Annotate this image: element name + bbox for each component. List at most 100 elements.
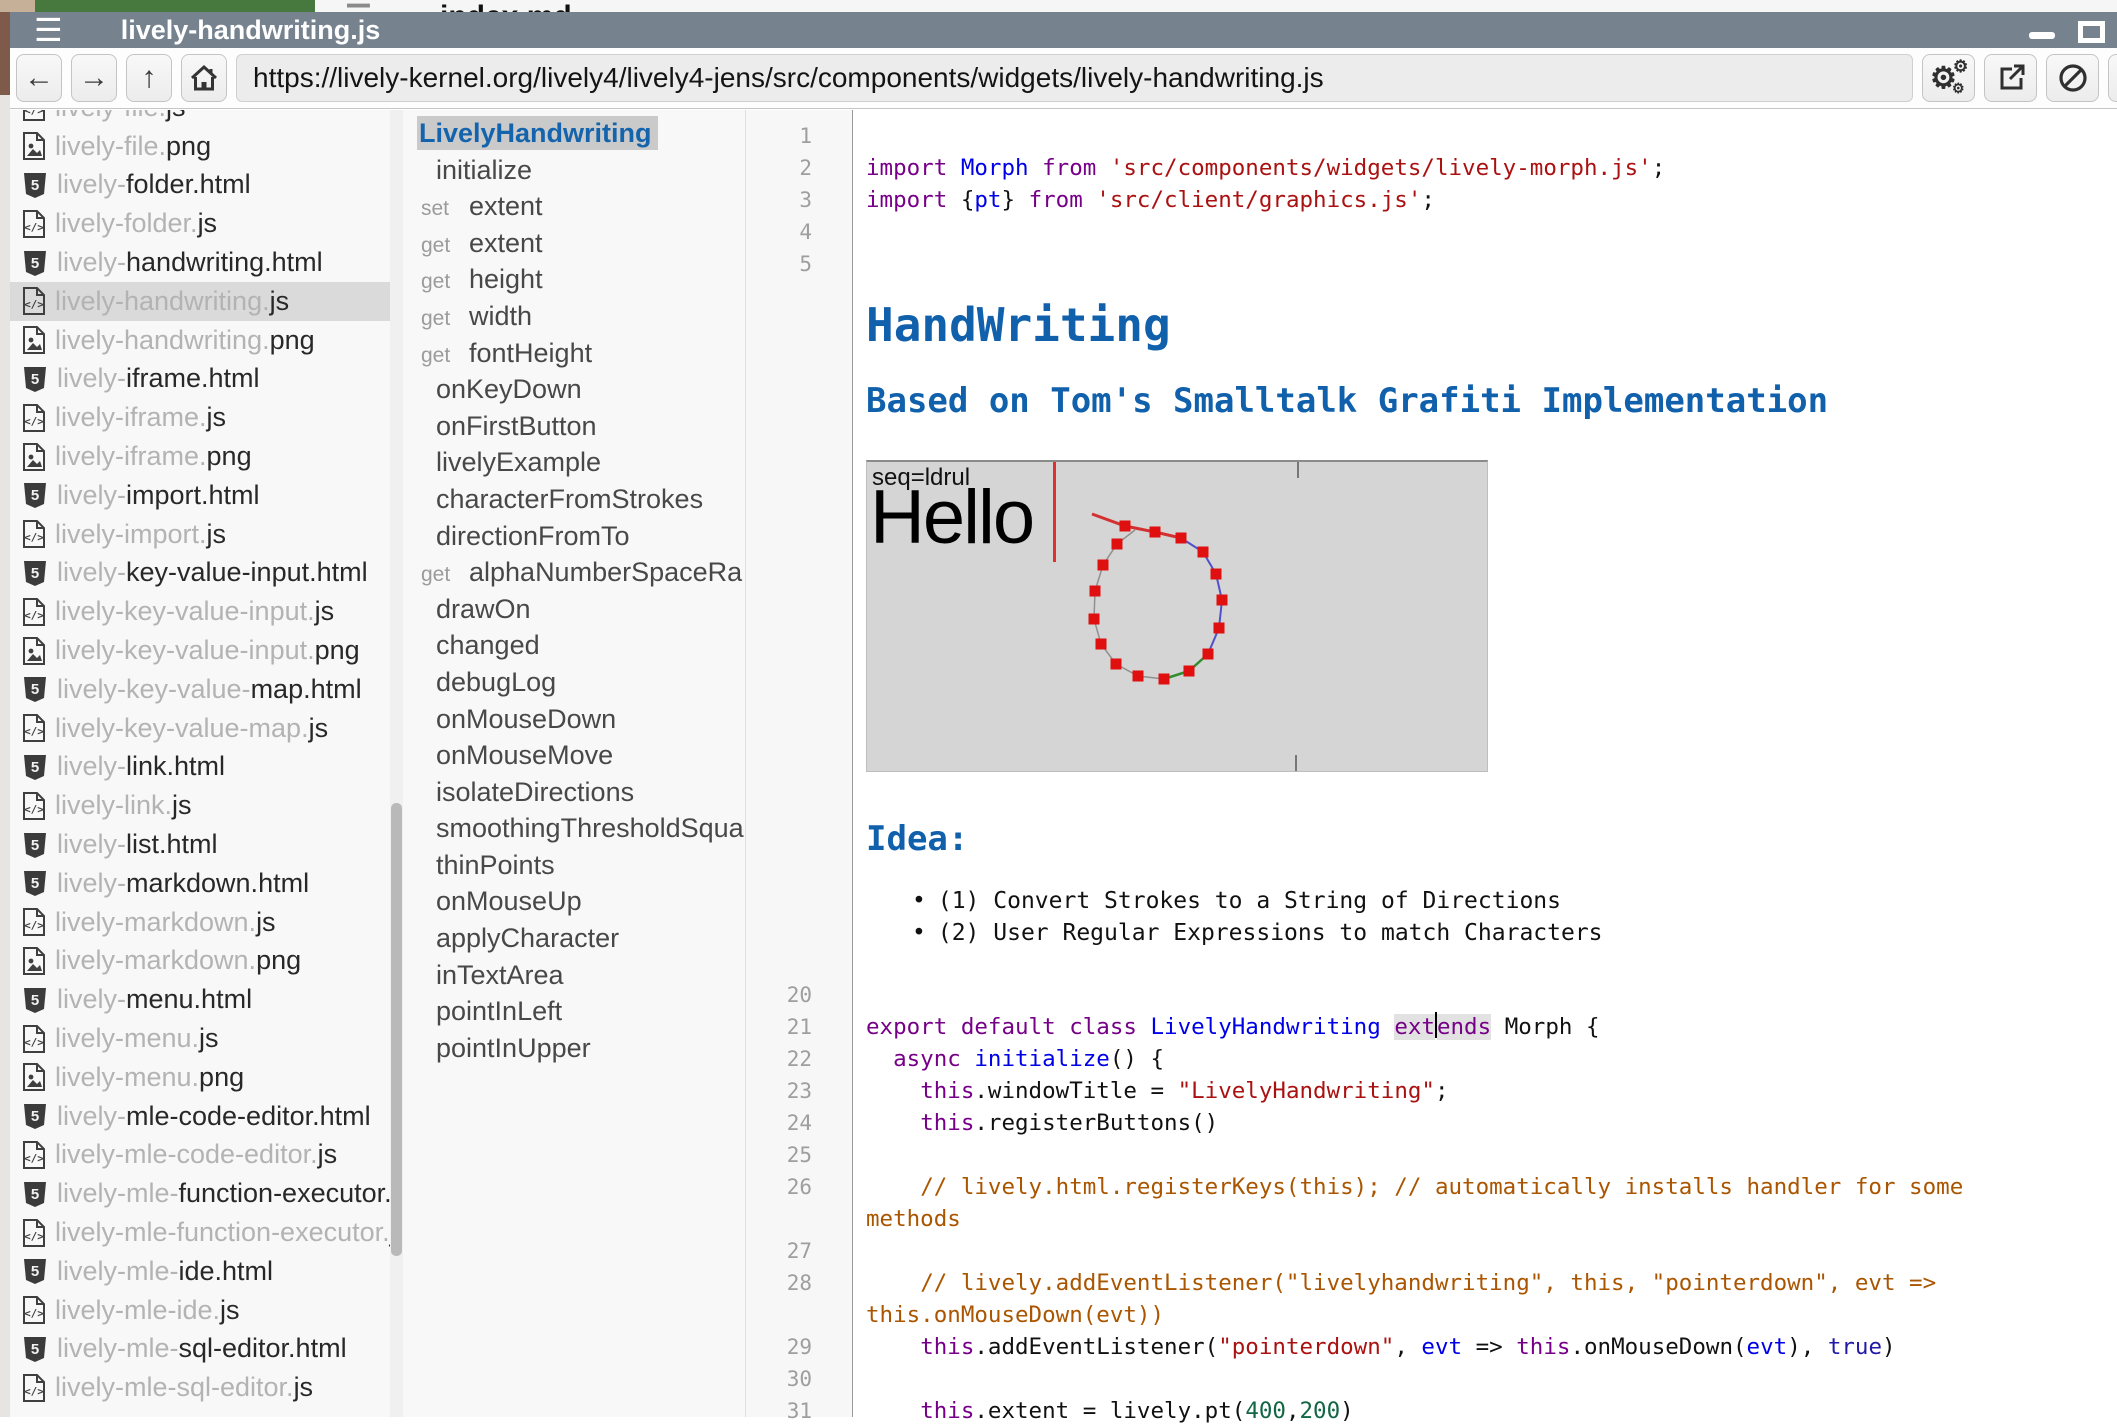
- outline-item[interactable]: onMouseMove: [403, 737, 745, 774]
- file-item[interactable]: lively-key-value-input.png: [10, 631, 390, 670]
- outline-item[interactable]: pointInUpper: [403, 1030, 745, 1067]
- outline-item[interactable]: onFirstButton: [403, 408, 745, 445]
- svg-text:5: 5: [31, 759, 39, 776]
- outline-item[interactable]: getheight: [403, 261, 745, 298]
- rendered-markdown-widget: HandWriting Based on Tom's Smalltalk Gra…: [852, 280, 2117, 979]
- code-line: 22 async initialize() {: [746, 1043, 2117, 1075]
- outline-item[interactable]: getextent: [403, 225, 745, 262]
- desktop-edge: [0, 0, 10, 1417]
- file-item[interactable]: lively-file.png: [10, 127, 390, 166]
- file-item[interactable]: </>lively-key-value-map.js: [10, 709, 390, 748]
- file-item[interactable]: </>lively-key-value-input.js: [10, 592, 390, 631]
- js-file-icon: </>: [22, 1024, 46, 1054]
- file-item[interactable]: </>lively-file.js: [10, 110, 390, 127]
- file-item[interactable]: </>lively-markdown.js: [10, 903, 390, 942]
- file-item[interactable]: </>lively-handwriting.js: [10, 282, 390, 321]
- outline-item[interactable]: onKeyDown: [403, 371, 745, 408]
- text-cursor-mark: [1053, 462, 1056, 562]
- widget-row: HandWriting Based on Tom's Smalltalk Gra…: [746, 280, 2117, 979]
- outline-item[interactable]: drawOn: [403, 591, 745, 628]
- file-item[interactable]: </>lively-menu.js: [10, 1019, 390, 1058]
- minimize-icon[interactable]: [2029, 32, 2055, 39]
- file-item[interactable]: </>lively-mle-function-executor.js: [10, 1213, 390, 1252]
- file-item[interactable]: lively-markdown.png: [10, 942, 390, 981]
- up-button[interactable]: ↑: [126, 54, 172, 102]
- file-item[interactable]: </>lively-mle-code-editor.js: [10, 1136, 390, 1175]
- file-item[interactable]: 5lively-menu.html: [10, 980, 390, 1019]
- file-item[interactable]: </>lively-import.js: [10, 515, 390, 554]
- sidebar-scrollbar-thumb[interactable]: [391, 803, 402, 1256]
- file-item[interactable]: </>lively-mle-ide.js: [10, 1291, 390, 1330]
- markdown-h2: Based on Tom's Smalltalk Grafiti Impleme…: [866, 379, 2117, 423]
- file-item[interactable]: </>lively-mle-sql-editor.js: [10, 1368, 390, 1407]
- window-titlebar[interactable]: ☰ lively-handwriting.js: [10, 12, 2117, 48]
- file-item[interactable]: 5lively-mle-ide.html: [10, 1252, 390, 1291]
- line-number: 21: [746, 1011, 852, 1043]
- file-item[interactable]: lively-handwriting.png: [10, 321, 390, 360]
- file-item[interactable]: 5lively-handwriting.html: [10, 243, 390, 282]
- outline-item[interactable]: livelyExample: [403, 444, 745, 481]
- outline-item[interactable]: inTextArea: [403, 957, 745, 994]
- code-line: 25: [746, 1139, 2117, 1171]
- sidebar-scrollbar[interactable]: [390, 110, 403, 1417]
- code-line: 27: [746, 1235, 2117, 1267]
- open-external-button[interactable]: [1984, 54, 2037, 102]
- back-button[interactable]: ←: [16, 54, 62, 102]
- window-menu-icon[interactable]: ☰: [34, 12, 63, 48]
- outline-item[interactable]: onMouseDown: [403, 701, 745, 738]
- code-editor[interactable]: 12import Morph from 'src/components/widg…: [745, 110, 2117, 1417]
- code-pane[interactable]: 12import Morph from 'src/components/widg…: [746, 110, 2117, 1427]
- outline-item[interactable]: characterFromStrokes: [403, 481, 745, 518]
- home-button[interactable]: [181, 54, 227, 102]
- window-content: </>lively-file.jslively-file.png5lively-…: [10, 110, 2117, 1417]
- file-item[interactable]: 5lively-markdown.html: [10, 864, 390, 903]
- outline-item[interactable]: debugLog: [403, 664, 745, 701]
- file-item[interactable]: 5lively-key-value-input.html: [10, 554, 390, 593]
- file-item[interactable]: lively-menu.png: [10, 1058, 390, 1097]
- file-item[interactable]: 5lively-list.html: [10, 825, 390, 864]
- file-item[interactable]: lively-iframe.png: [10, 437, 390, 476]
- svg-text:5: 5: [31, 255, 39, 272]
- maximize-icon[interactable]: [2078, 21, 2105, 43]
- settings-button[interactable]: ⚙⚙⚙: [1922, 54, 1975, 102]
- outline-item[interactable]: LivelyHandwriting: [403, 115, 745, 152]
- top-tick-mark: [1297, 462, 1299, 478]
- file-item[interactable]: 5lively-mle-code-editor.html: [10, 1097, 390, 1136]
- outline-item[interactable]: pointInLeft: [403, 993, 745, 1030]
- url-bar[interactable]: https://lively-kernel.org/lively4/lively…: [236, 54, 1913, 102]
- clipped-toolbar-button[interactable]: [2108, 54, 2117, 102]
- outline-item[interactable]: setextent: [403, 188, 745, 225]
- outline-item[interactable]: smoothingThresholdSqua: [403, 810, 745, 847]
- line-number: [746, 1299, 852, 1331]
- svg-text:5: 5: [31, 371, 39, 388]
- block-button[interactable]: [2046, 54, 2099, 102]
- img-file-icon: [22, 636, 46, 666]
- file-item[interactable]: 5lively-import.html: [10, 476, 390, 515]
- outline-item[interactable]: initialize: [403, 152, 745, 189]
- outline-item[interactable]: onMouseUp: [403, 883, 745, 920]
- outline-item[interactable]: thinPoints: [403, 847, 745, 884]
- outline-item[interactable]: getfontHeight: [403, 335, 745, 372]
- file-item[interactable]: </>lively-iframe.js: [10, 398, 390, 437]
- file-item[interactable]: 5lively-key-value-map.html: [10, 670, 390, 709]
- outline-item[interactable]: getwidth: [403, 298, 745, 335]
- outline-list: LivelyHandwritinginitializesetextentgete…: [403, 110, 745, 1066]
- file-item[interactable]: 5lively-iframe.html: [10, 360, 390, 399]
- arrow-right-icon: →: [79, 61, 109, 95]
- file-item[interactable]: 5lively-mle-function-executor.h: [10, 1174, 390, 1213]
- forward-button[interactable]: →: [71, 54, 117, 102]
- img-file-icon: [22, 131, 46, 161]
- file-navigator[interactable]: </>lively-file.jslively-file.png5lively-…: [10, 110, 390, 1417]
- outline-item[interactable]: isolateDirections: [403, 774, 745, 811]
- outline-item[interactable]: directionFromTo: [403, 518, 745, 555]
- file-item[interactable]: 5lively-mle-sql-editor.html: [10, 1330, 390, 1369]
- code-outline[interactable]: LivelyHandwritinginitializesetextentgete…: [403, 110, 745, 1417]
- file-item[interactable]: </>lively-link.js: [10, 786, 390, 825]
- outline-item[interactable]: getalphaNumberSpaceRa: [403, 554, 745, 591]
- file-item[interactable]: 5lively-link.html: [10, 748, 390, 787]
- svg-text:</>: </>: [24, 609, 44, 622]
- outline-item[interactable]: applyCharacter: [403, 920, 745, 957]
- file-item[interactable]: 5lively-folder.html: [10, 166, 390, 205]
- outline-item[interactable]: changed: [403, 627, 745, 664]
- file-item[interactable]: </>lively-folder.js: [10, 204, 390, 243]
